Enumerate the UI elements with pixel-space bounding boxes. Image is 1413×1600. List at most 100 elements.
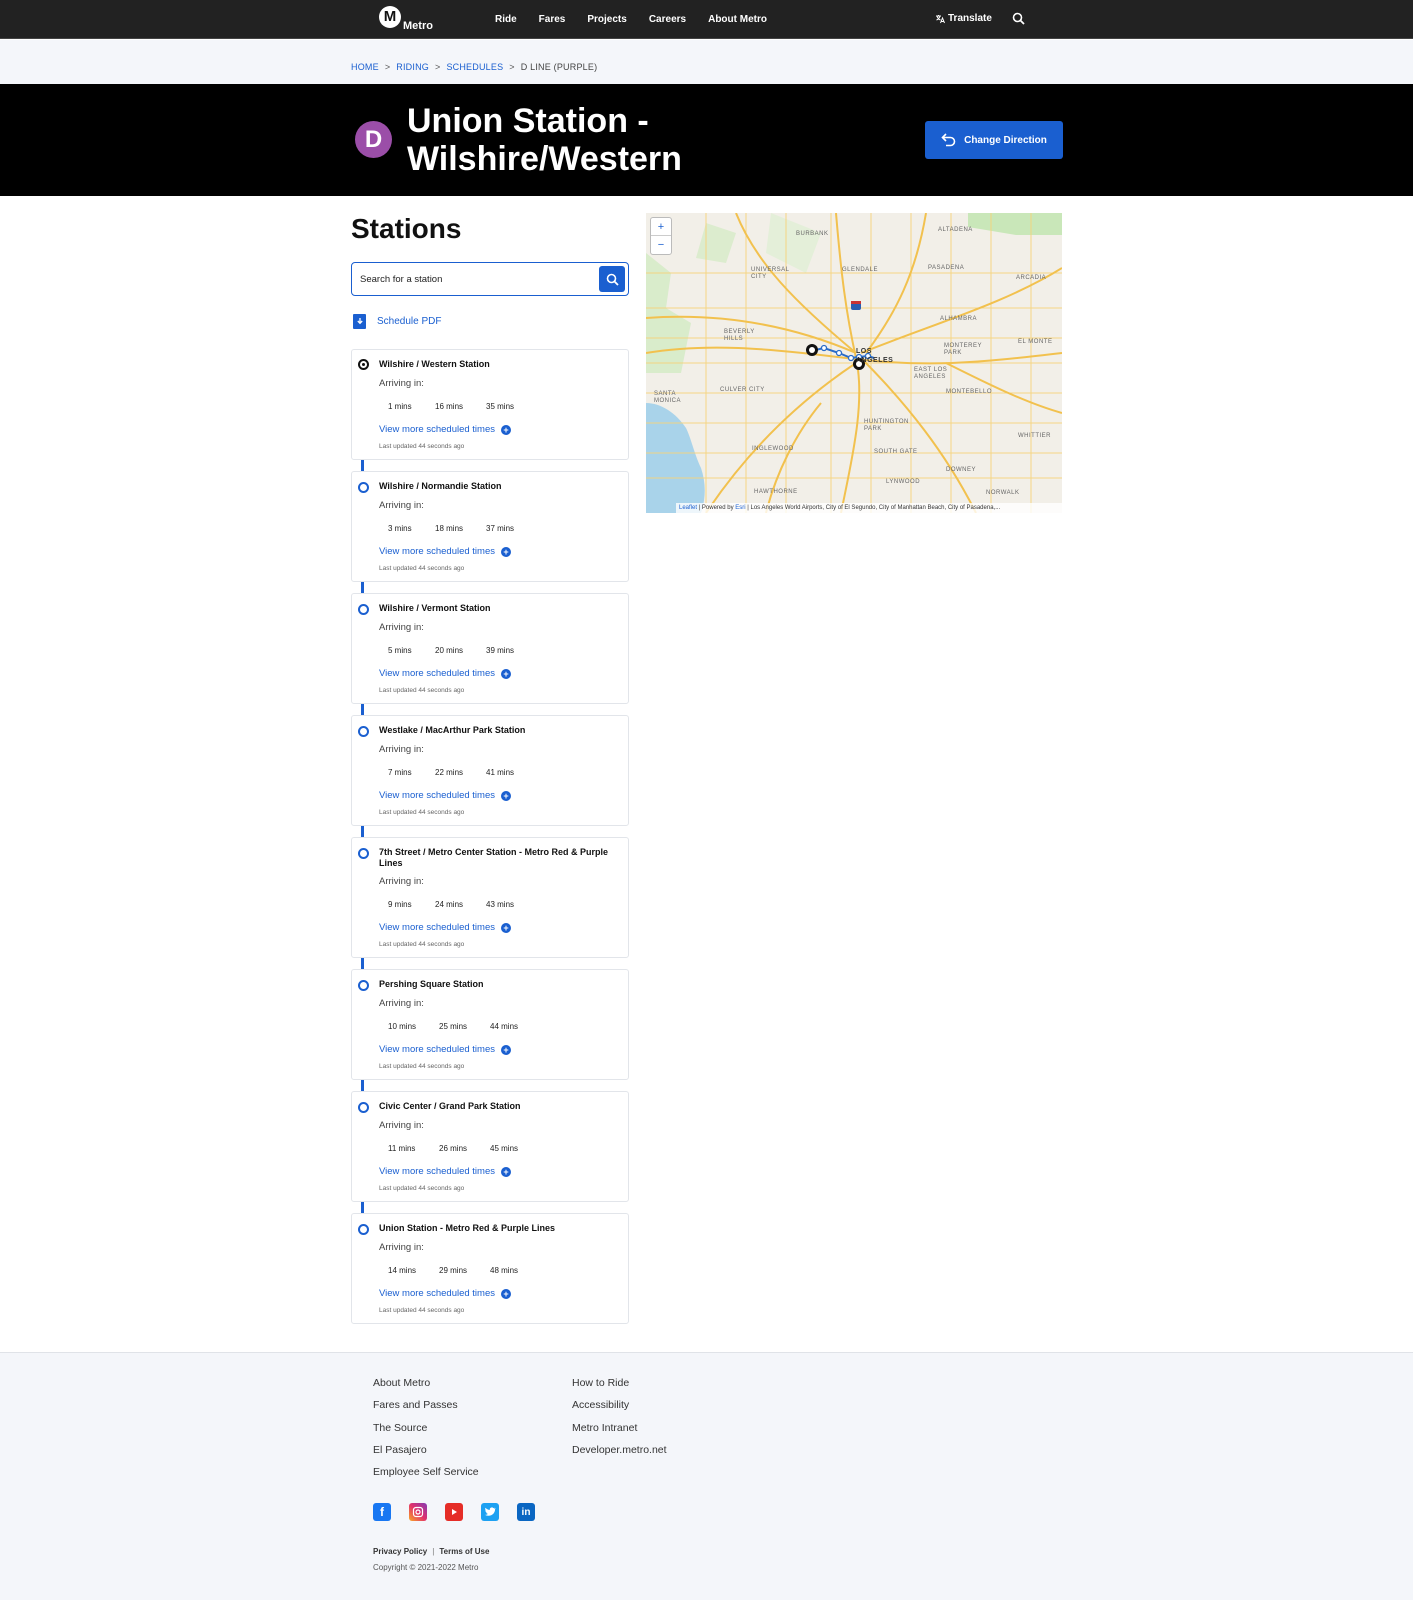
view-more-times-link[interactable]: View more scheduled times + [379, 1166, 511, 1177]
view-more-label: View more scheduled times [379, 668, 495, 679]
map-label: WHITTIER [1018, 433, 1051, 439]
view-more-times-link[interactable]: View more scheduled times + [379, 1044, 511, 1055]
arrival-times: 3 mins 18 mins 37 mins [388, 524, 526, 533]
plus-icon: + [501, 424, 511, 435]
footer-link-el-pasajero[interactable]: El Pasajero [373, 1444, 479, 1466]
footer-link-metro-intranet[interactable]: Metro Intranet [572, 1422, 667, 1444]
footer-column-1: About Metro Fares and Passes The Source … [373, 1377, 479, 1488]
last-updated: Last updated 44 seconds ago [379, 1185, 465, 1192]
site-search-button[interactable] [1012, 12, 1025, 30]
plus-icon: + [501, 1288, 511, 1299]
arrival-time: 43 mins [486, 900, 515, 909]
linkedin-icon[interactable]: in [517, 1503, 535, 1521]
terms-of-use-link[interactable]: Terms of Use [439, 1547, 489, 1556]
nav-ride[interactable]: Ride [495, 14, 517, 25]
arrival-time: 3 mins [388, 524, 412, 533]
arrival-time: 26 mins [439, 1144, 468, 1153]
view-more-times-link[interactable]: View more scheduled times + [379, 546, 511, 557]
breadcrumb-home[interactable]: HOME [351, 62, 379, 72]
schedule-pdf-label: Schedule PDF [377, 316, 442, 327]
station-search-button[interactable] [599, 266, 625, 292]
map-label: LYNWOOD [886, 479, 921, 485]
return-arrow-icon [941, 133, 956, 147]
view-more-label: View more scheduled times [379, 546, 495, 557]
breadcrumb-riding[interactable]: RIDING [396, 62, 429, 72]
copyright: Copyright © 2021-2022 Metro [373, 1563, 479, 1572]
footer-link-the-source[interactable]: The Source [373, 1422, 479, 1444]
arrival-time: 44 mins [490, 1022, 519, 1031]
arrival-time: 18 mins [435, 524, 464, 533]
footer-link-accessibility[interactable]: Accessibility [572, 1399, 667, 1421]
view-more-label: View more scheduled times [379, 922, 495, 933]
breadcrumb-separator: > [434, 62, 441, 72]
nav-projects[interactable]: Projects [587, 14, 626, 25]
attribution-separator: | Powered by [697, 505, 736, 511]
zoom-in-button[interactable]: + [651, 218, 671, 236]
station-dot [358, 482, 369, 493]
map-label: MONTEREY PARK [944, 343, 982, 356]
view-more-times-link[interactable]: View more scheduled times + [379, 1288, 511, 1299]
station-name: Pershing Square Station [379, 979, 484, 989]
schedule-pdf-link[interactable]: Schedule PDF [353, 314, 441, 329]
arriving-label: Arriving in: [379, 378, 424, 389]
change-direction-button[interactable]: Change Direction [925, 121, 1063, 159]
arrival-time: 45 mins [490, 1144, 519, 1153]
metro-logo[interactable]: M Metro [379, 6, 433, 34]
plus-icon: + [501, 1166, 511, 1177]
twitter-icon[interactable] [481, 1503, 499, 1521]
station-card: 7th Street / Metro Center Station - Metr… [351, 837, 629, 958]
station-dot [358, 1224, 369, 1235]
youtube-icon[interactable] [445, 1503, 463, 1521]
route-map[interactable]: BURBANK GLENDALE PASADENA ALTADENA ARCAD… [646, 213, 1062, 513]
plus-icon: + [501, 1044, 511, 1055]
leaflet-link[interactable]: Leaflet [679, 505, 697, 511]
esri-link[interactable]: Esri [735, 505, 745, 511]
footer-link-how-to-ride[interactable]: How to Ride [572, 1377, 667, 1399]
arrival-time: 11 mins [388, 1144, 416, 1153]
arriving-label: Arriving in: [379, 998, 424, 1009]
footer-link-developer[interactable]: Developer.metro.net [572, 1444, 667, 1466]
map-label: ALTADENA [938, 227, 973, 233]
nav-fares[interactable]: Fares [539, 14, 566, 25]
station-card: Wilshire / Western Station Arriving in: 1 … [351, 349, 629, 460]
arrival-time: 35 mins [486, 402, 515, 411]
plus-icon: + [501, 668, 511, 679]
arrival-times: 10 mins 25 mins 44 mins [388, 1022, 530, 1031]
arrival-time: 22 mins [435, 768, 464, 777]
station-dot [358, 1102, 369, 1113]
route-header: D Union Station - Wilshire/Western Chang… [0, 84, 1413, 196]
footer-link-about-metro[interactable]: About Metro [373, 1377, 479, 1399]
arriving-label: Arriving in: [379, 622, 424, 633]
translate-button[interactable]: Translate [935, 13, 992, 24]
view-more-times-link[interactable]: View more scheduled times + [379, 790, 511, 801]
map-label: UNIVERSAL CITY [751, 267, 790, 280]
station-dot [358, 359, 369, 370]
instagram-icon[interactable] [409, 1503, 427, 1521]
last-updated: Last updated 44 seconds ago [379, 941, 465, 948]
map-label: SOUTH GATE [874, 449, 918, 455]
arrival-time: 1 mins [388, 402, 412, 411]
privacy-policy-link[interactable]: Privacy Policy [373, 1547, 427, 1556]
view-more-label: View more scheduled times [379, 424, 495, 435]
view-more-times-link[interactable]: View more scheduled times + [379, 922, 511, 933]
translate-label: Translate [948, 13, 992, 24]
breadcrumb-current: D LINE (PURPLE) [520, 62, 598, 72]
map-label: SANTA MONICA [654, 391, 681, 404]
map-label: DOWNEY [946, 467, 976, 473]
arrival-times: 5 mins 20 mins 39 mins [388, 646, 526, 655]
breadcrumb-separator: > [509, 62, 515, 72]
download-icon [353, 314, 366, 329]
view-more-times-link[interactable]: View more scheduled times + [379, 668, 511, 679]
nav-about-metro[interactable]: About Metro [708, 14, 767, 25]
zoom-out-button[interactable]: − [651, 236, 671, 254]
station-search-input[interactable] [360, 271, 590, 287]
footer-link-fares-passes[interactable]: Fares and Passes [373, 1399, 479, 1421]
search-icon [1012, 12, 1025, 25]
view-more-times-link[interactable]: View more scheduled times + [379, 424, 511, 435]
breadcrumb-schedules[interactable]: SCHEDULES [446, 62, 503, 72]
arrival-time: 20 mins [435, 646, 464, 655]
facebook-icon[interactable]: f [373, 1503, 391, 1521]
footer-link-employee-self-service[interactable]: Employee Self Service [373, 1466, 479, 1488]
nav-careers[interactable]: Careers [649, 14, 686, 25]
map-label: HUNTINGTON PARK [864, 419, 909, 432]
